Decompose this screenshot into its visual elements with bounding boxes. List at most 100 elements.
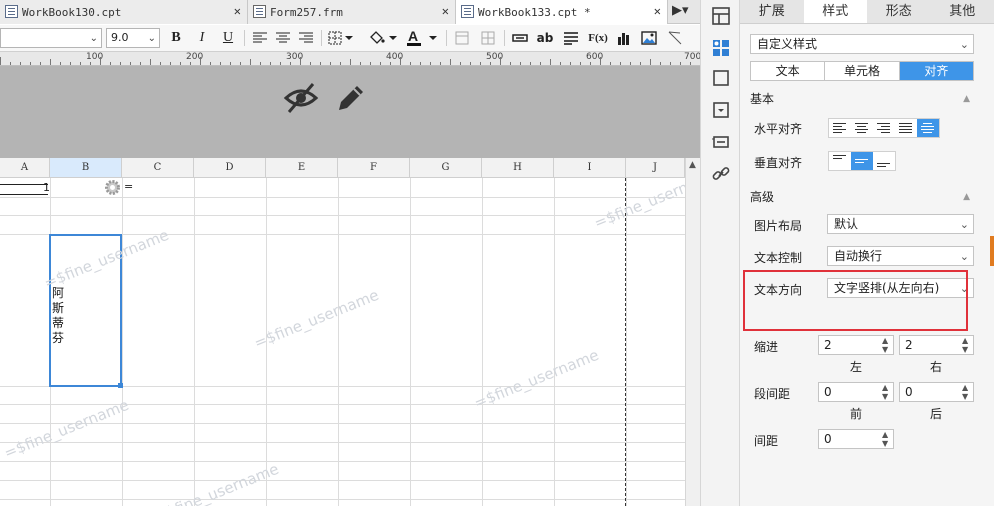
align-left-button[interactable] xyxy=(829,119,851,137)
ruler-tick xyxy=(450,59,451,65)
increment-icon[interactable]: ▲ xyxy=(962,337,972,345)
cell-style-icon[interactable] xyxy=(711,38,731,58)
gear-icon[interactable] xyxy=(104,179,121,196)
close-icon[interactable]: ✕ xyxy=(234,4,241,18)
underline-button[interactable]: U xyxy=(218,28,238,48)
insert-field-icon[interactable] xyxy=(510,28,530,48)
column-header-e[interactable]: E xyxy=(266,158,338,178)
indent-left-stepper[interactable]: 2 ▲ ▼ xyxy=(818,335,894,355)
subtab-text[interactable]: 文本 xyxy=(751,62,826,80)
column-header-h[interactable]: H xyxy=(482,158,554,178)
designer-window: WorkBook130.cpt ✕ Form257.frm ✕ WorkBook… xyxy=(0,0,994,506)
text-control-label: 文本控制 xyxy=(754,251,803,265)
tab-form[interactable]: 形态 xyxy=(867,0,931,23)
align-right-icon[interactable] xyxy=(296,28,316,48)
text-control-select[interactable]: 自动换行 ⌄ xyxy=(827,246,974,266)
style-type-select[interactable]: 自定义样式 ⌄ xyxy=(750,34,974,54)
column-header-b[interactable]: B xyxy=(50,158,122,178)
close-icon[interactable]: ✕ xyxy=(442,4,449,18)
column-header-i[interactable]: I xyxy=(554,158,626,178)
align-center-icon[interactable] xyxy=(273,28,293,48)
pencil-icon[interactable] xyxy=(333,80,369,116)
align-left-icon[interactable] xyxy=(250,28,270,48)
cell-attribute-icon[interactable] xyxy=(711,6,731,26)
font-size-select[interactable]: 9.0 ⌄ xyxy=(106,28,160,48)
tab-form257[interactable]: Form257.frm ✕ xyxy=(248,0,456,24)
fill-handle[interactable] xyxy=(118,383,123,388)
column-header-c[interactable]: C xyxy=(122,158,194,178)
image-layout-select[interactable]: 默认 ⌄ xyxy=(827,214,974,234)
insert-formula-button[interactable]: F(x) xyxy=(586,28,610,48)
font-color-icon[interactable]: A xyxy=(404,28,440,48)
float-element-icon[interactable] xyxy=(711,68,731,88)
decrement-icon[interactable]: ▼ xyxy=(882,440,892,448)
split-cells-icon[interactable] xyxy=(478,28,498,48)
column-header-g[interactable]: G xyxy=(410,158,482,178)
decrement-icon[interactable]: ▼ xyxy=(962,346,972,354)
font-family-select[interactable]: ⌄ xyxy=(0,28,102,48)
align-right-button[interactable] xyxy=(873,119,895,137)
increment-icon[interactable]: ▲ xyxy=(962,384,972,392)
align-top-button[interactable] xyxy=(829,152,851,170)
hyperlink-icon[interactable] xyxy=(711,164,731,184)
tab-label: WorkBook130.cpt xyxy=(22,5,122,19)
align-middle-button[interactable] xyxy=(851,152,873,170)
widget-icon[interactable] xyxy=(711,100,731,120)
tab-overflow-icon[interactable]: ▶▾ xyxy=(672,3,689,18)
tab-workbook130[interactable]: WorkBook130.cpt ✕ xyxy=(0,0,248,24)
ruler-tick xyxy=(20,62,21,65)
align-distributed-button[interactable] xyxy=(917,119,939,137)
decrement-icon[interactable]: ▼ xyxy=(882,393,892,401)
panel-scroll-indicator[interactable] xyxy=(990,236,994,266)
subtab-align[interactable]: 对齐 xyxy=(899,62,973,80)
scroll-up-icon[interactable]: ▲ xyxy=(689,160,696,170)
increment-icon[interactable]: ▲ xyxy=(882,431,892,439)
ruler-mark: 700 xyxy=(684,52,700,62)
increment-icon[interactable]: ▲ xyxy=(882,384,892,392)
line-spacing-stepper[interactable]: 0 ▲ ▼ xyxy=(818,429,894,449)
merge-cells-icon[interactable] xyxy=(452,28,472,48)
align-justify-button[interactable] xyxy=(895,119,917,137)
cell-c1[interactable]: = xyxy=(124,180,133,193)
insert-chart-icon[interactable] xyxy=(614,28,634,48)
column-header-a[interactable]: A xyxy=(0,158,50,178)
tab-other[interactable]: 其他 xyxy=(931,0,994,23)
align-center-button[interactable] xyxy=(851,119,873,137)
decrement-icon[interactable]: ▼ xyxy=(962,393,972,401)
indent-right-stepper[interactable]: 2 ▲ ▼ xyxy=(899,335,974,355)
italic-button[interactable]: I xyxy=(192,28,212,48)
decrement-icon[interactable]: ▼ xyxy=(882,346,892,354)
ruler-tick xyxy=(260,62,261,65)
cell-a1[interactable]: 1 xyxy=(43,181,50,194)
insert-slash-icon[interactable] xyxy=(665,28,685,48)
tab-style[interactable]: 样式 xyxy=(803,0,867,23)
subtab-cell[interactable]: 单元格 xyxy=(825,62,900,80)
column-header-f[interactable]: F xyxy=(338,158,410,178)
para-before-stepper[interactable]: 0 ▲ ▼ xyxy=(818,382,894,402)
insert-rich-text-icon[interactable] xyxy=(561,28,581,48)
fill-color-icon[interactable] xyxy=(366,28,398,48)
bold-button[interactable]: B xyxy=(166,28,186,48)
para-after-stepper[interactable]: 0 ▲ ▼ xyxy=(899,382,974,402)
ruler-tick xyxy=(350,59,351,65)
condition-attribute-icon[interactable] xyxy=(711,132,731,152)
hidden-eye-icon[interactable] xyxy=(283,80,319,116)
chevron-down-icon: ⌄ xyxy=(959,218,969,231)
column-header-d[interactable]: D xyxy=(194,158,266,178)
column-header-j[interactable]: J xyxy=(626,158,685,178)
vertical-scrollbar[interactable]: ▲ xyxy=(685,158,700,506)
increment-icon[interactable]: ▲ xyxy=(882,337,892,345)
horizontal-ruler: 100 200 300 400 500 600 700 xyxy=(0,52,700,66)
border-icon[interactable] xyxy=(327,28,355,48)
ruler-tick xyxy=(630,62,631,65)
close-icon[interactable]: ✕ xyxy=(654,4,661,18)
advanced-section-header[interactable]: 高级 ▲ xyxy=(750,187,974,207)
align-bottom-button[interactable] xyxy=(873,152,895,170)
tab-workbook133[interactable]: WorkBook133.cpt * ✕ xyxy=(456,0,668,24)
property-panel-switcher xyxy=(700,0,740,506)
basic-section-header[interactable]: 基本 ▲ xyxy=(750,89,974,109)
ruler-tick xyxy=(540,62,541,65)
insert-image-icon[interactable] xyxy=(639,28,659,48)
tab-extend[interactable]: 扩展 xyxy=(740,0,804,23)
insert-text-button[interactable]: ab xyxy=(535,28,555,48)
